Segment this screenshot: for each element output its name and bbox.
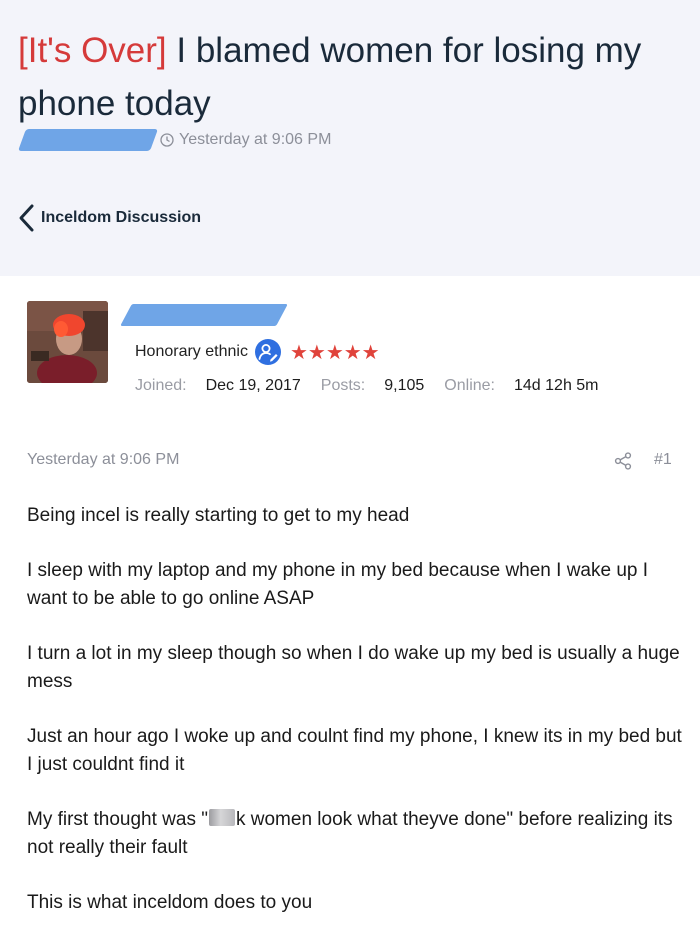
back-link-label: Inceldom Discussion: [41, 209, 202, 226]
joined-value: Dec 19, 2017: [205, 377, 301, 394]
user-stats: Joined: Dec 19, 2017 Posts: 9,105 Online…: [135, 374, 619, 398]
user-title: Honorary ethnic: [135, 343, 248, 360]
user-edit-icon: [254, 339, 281, 365]
online-value: 14d 12h 5m: [514, 377, 599, 394]
joined-label: Joined:: [135, 377, 187, 394]
censored-word-blur: [208, 809, 235, 826]
post-date[interactable]: Yesterday at 9:06 PM: [27, 451, 179, 469]
post-body: Being incel is really starting to get to…: [27, 502, 682, 944]
post-paragraph: Just an hour ago I woke up and coulnt fi…: [27, 726, 682, 775]
clock-icon: [160, 133, 174, 147]
post-paragraph: Being incel is really starting to get to…: [27, 505, 410, 526]
thread-title: [It's Over] I blamed women for losing my…: [18, 24, 688, 130]
chevron-left-icon: [19, 204, 34, 232]
avatar[interactable]: [27, 301, 108, 383]
rating-stars: ★★★★★: [289, 341, 380, 364]
username-redacted: [120, 304, 288, 326]
post-paragraph: This is what inceldom does to you: [27, 892, 313, 913]
posts-value: 9,105: [384, 377, 425, 394]
post-number-link[interactable]: #1: [654, 451, 672, 469]
user-title-row: Honorary ethnic ★★★★★: [135, 337, 380, 367]
post-paragraph: I sleep with my laptop and my phone in m…: [27, 560, 649, 609]
thread-timestamp[interactable]: Yesterday at 9:06 PM: [179, 131, 331, 149]
avatar-image: [27, 301, 108, 383]
thread-meta: Yesterday at 9:06 PM: [17, 126, 331, 154]
paragraph-part: My first thought was ": [27, 809, 208, 830]
online-label: Online:: [444, 377, 495, 394]
share-icon[interactable]: [614, 452, 632, 470]
thread-header: [It's Over] I blamed women for losing my…: [0, 0, 700, 276]
posts-label: Posts:: [320, 377, 366, 394]
author-name-redacted: [17, 129, 159, 151]
post-paragraph: I turn a lot in my sleep though so when …: [27, 643, 680, 692]
post-paragraph: My first thought was " k women look what …: [27, 806, 682, 862]
thread-prefix[interactable]: [It's Over]: [18, 31, 167, 70]
back-to-forum-link[interactable]: Inceldom Discussion: [16, 202, 201, 234]
